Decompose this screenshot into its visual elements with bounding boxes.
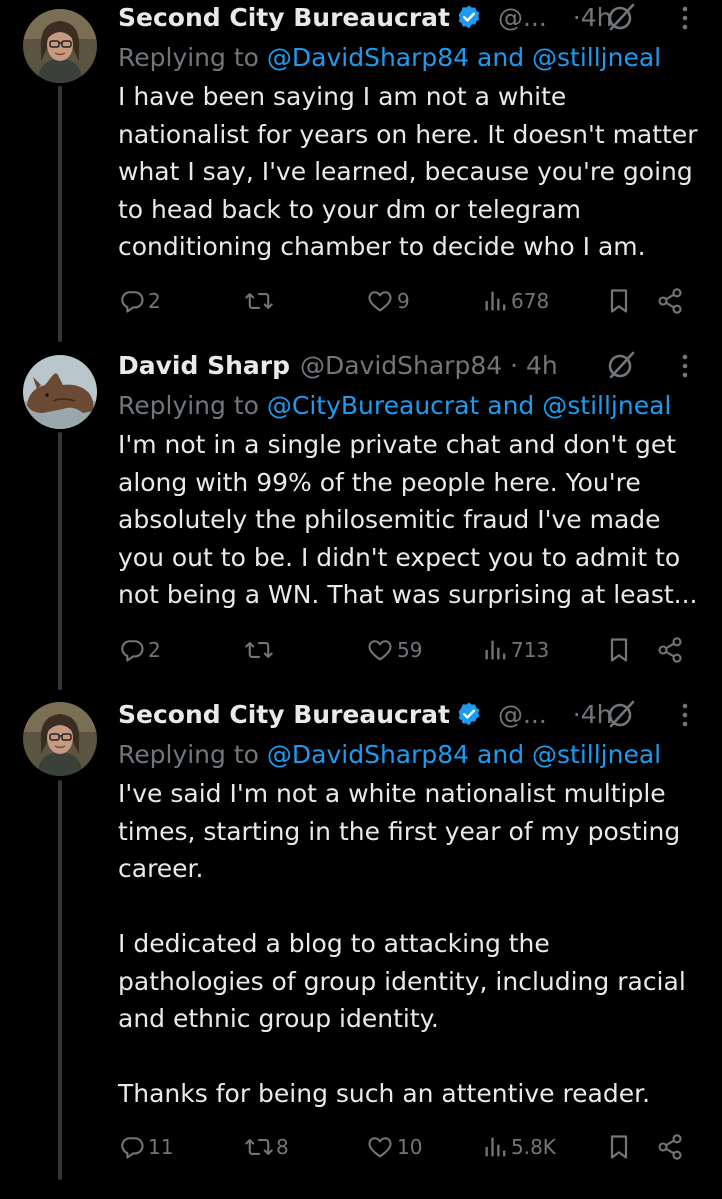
tweet[interactable]: Second City Bureaucrat @... ·4h Replying… xyxy=(0,697,722,1199)
action-bar: 2 9 678 xyxy=(0,283,722,319)
avatar[interactable] xyxy=(23,355,97,429)
bookmark-button[interactable] xyxy=(607,283,631,319)
tweet[interactable]: Second City Bureaucrat @... ·4h Replying… xyxy=(0,0,722,340)
tweet-text: I've said I'm not a white nationalist mu… xyxy=(118,775,703,1113)
reply-count: 11 xyxy=(148,1135,174,1159)
heart-icon xyxy=(365,1133,395,1161)
author-handle[interactable]: @... xyxy=(498,3,547,32)
replying-to: Replying to @CityBureaucrat and @stilljn… xyxy=(118,388,671,424)
author-handle[interactable]: @... xyxy=(498,700,547,729)
like-button[interactable]: 59 xyxy=(365,632,422,668)
share-icon xyxy=(656,287,684,315)
mention-join: and xyxy=(469,43,533,72)
like-button[interactable]: 9 xyxy=(365,283,410,319)
bookmark-icon xyxy=(607,1133,631,1161)
share-button[interactable] xyxy=(656,632,684,668)
replying-to: Replying to @DavidSharp84 and @stilljnea… xyxy=(118,40,661,76)
verified-badge-icon xyxy=(456,4,482,40)
reply-button[interactable]: 11 xyxy=(118,1129,173,1165)
tweet-paragraph: Thanks for being such an attentive reade… xyxy=(118,1079,651,1108)
action-bar: 11 8 10 5.8K xyxy=(0,1129,722,1165)
heart-icon xyxy=(365,636,395,664)
mention-join: and xyxy=(469,740,533,769)
like-button[interactable]: 10 xyxy=(365,1129,422,1165)
separator-dot: · xyxy=(572,700,581,729)
author-name[interactable]: Second City Bureaucrat xyxy=(118,3,450,32)
share-icon xyxy=(656,1133,684,1161)
mention-link[interactable]: @stilljneal xyxy=(532,43,661,72)
repost-button[interactable] xyxy=(244,283,276,319)
bookmark-icon xyxy=(607,287,631,315)
mention-link[interactable]: @stilljneal xyxy=(532,740,661,769)
verified-badge-icon xyxy=(456,701,482,737)
bookmark-button[interactable] xyxy=(607,632,631,668)
avatar[interactable] xyxy=(23,9,97,83)
like-count: 9 xyxy=(397,289,410,313)
grok-icon[interactable] xyxy=(606,2,636,32)
author-handle[interactable]: @DavidSharp84 xyxy=(300,351,502,380)
share-button[interactable] xyxy=(656,283,684,319)
tweet-text: I have been saying I am not a white nati… xyxy=(118,78,703,266)
separator-dot: · xyxy=(510,351,519,380)
grok-icon[interactable] xyxy=(606,699,636,729)
views-count: 713 xyxy=(511,638,550,662)
author-name[interactable]: David Sharp xyxy=(118,351,290,380)
views-button[interactable]: 678 xyxy=(483,283,549,319)
bookmark-icon xyxy=(607,636,631,664)
reply-button[interactable]: 2 xyxy=(118,632,161,668)
replying-prefix: Replying to xyxy=(118,391,267,420)
replying-prefix: Replying to xyxy=(118,43,267,72)
reply-icon xyxy=(118,1133,146,1161)
mention-join: and xyxy=(479,391,543,420)
mention-link[interactable]: @DavidSharp84 xyxy=(267,43,469,72)
separator-dot: · xyxy=(572,3,581,32)
reply-button[interactable]: 2 xyxy=(118,283,161,319)
more-icon[interactable] xyxy=(680,352,690,380)
views-button[interactable]: 5.8K xyxy=(483,1129,556,1165)
tweet-paragraph: I have been saying I am not a white nati… xyxy=(118,82,698,261)
tweet[interactable]: David Sharp @DavidSharp84 · 4h Replying … xyxy=(0,348,722,688)
repost-button[interactable] xyxy=(244,632,276,668)
reply-icon xyxy=(118,287,146,315)
more-icon[interactable] xyxy=(680,4,690,32)
repost-icon xyxy=(244,636,274,664)
views-button[interactable]: 713 xyxy=(483,632,549,668)
mention-link[interactable]: @DavidSharp84 xyxy=(267,740,469,769)
bookmark-button[interactable] xyxy=(607,1129,631,1165)
more-icon[interactable] xyxy=(680,701,690,729)
repost-count: 8 xyxy=(276,1135,289,1159)
views-icon xyxy=(483,1133,509,1161)
repost-button[interactable]: 8 xyxy=(244,1129,289,1165)
like-count: 59 xyxy=(397,638,423,662)
mention-link[interactable]: @CityBureaucrat xyxy=(267,391,479,420)
tweet-paragraph: I've said I'm not a white nationalist mu… xyxy=(118,779,681,883)
share-button[interactable] xyxy=(656,1129,684,1165)
tweet-paragraph: I'm not in a single private chat and don… xyxy=(118,430,698,609)
repost-icon xyxy=(244,287,274,315)
tweet-text: I'm not in a single private chat and don… xyxy=(118,426,703,614)
heart-icon xyxy=(365,287,395,315)
reply-count: 2 xyxy=(148,638,161,662)
grok-icon[interactable] xyxy=(606,350,636,380)
share-icon xyxy=(656,636,684,664)
action-bar: 2 59 713 xyxy=(0,632,722,668)
views-icon xyxy=(483,636,509,664)
views-count: 5.8K xyxy=(511,1135,556,1159)
tweet-paragraph: I dedicated a blog to attacking the path… xyxy=(118,929,686,1033)
views-count: 678 xyxy=(511,289,550,313)
repost-icon xyxy=(244,1133,274,1161)
replying-prefix: Replying to xyxy=(118,740,267,769)
timestamp[interactable]: 4h xyxy=(526,351,558,380)
like-count: 10 xyxy=(397,1135,423,1159)
views-icon xyxy=(483,287,509,315)
avatar[interactable] xyxy=(23,702,97,776)
reply-icon xyxy=(118,636,146,664)
replying-to: Replying to @DavidSharp84 and @stilljnea… xyxy=(118,737,661,773)
mention-link[interactable]: @stilljneal xyxy=(542,391,671,420)
author-name[interactable]: Second City Bureaucrat xyxy=(118,700,450,729)
reply-count: 2 xyxy=(148,289,161,313)
